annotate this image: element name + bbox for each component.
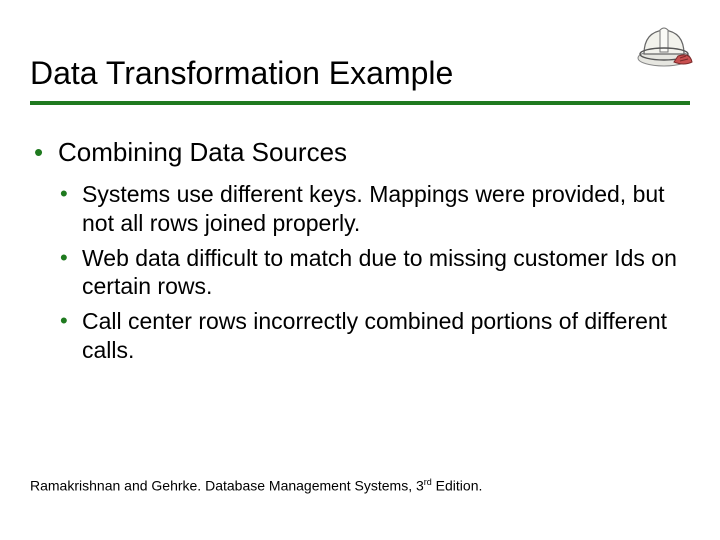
- list-item: Web data difficult to match due to missi…: [58, 244, 690, 302]
- footer-suffix: Edition.: [432, 478, 483, 494]
- list-item-label: Web data difficult to match due to missi…: [82, 245, 677, 300]
- list-item-label: Systems use different keys. Mappings wer…: [82, 181, 665, 236]
- hardhat-icon: [634, 18, 696, 75]
- sub-bullet-list: Systems use different keys. Mappings wer…: [58, 180, 690, 365]
- slide: Data Transformation Example Combining Da…: [0, 0, 720, 540]
- footer-sup: rd: [424, 477, 432, 487]
- slide-title: Data Transformation Example: [30, 56, 690, 91]
- list-item: Systems use different keys. Mappings wer…: [58, 180, 690, 238]
- list-item: Call center rows incorrectly combined po…: [58, 307, 690, 365]
- list-item: Combining Data Sources Systems use diffe…: [30, 137, 690, 365]
- footer-prefix: Ramakrishnan and Gehrke. Database Manage…: [30, 478, 424, 494]
- bullet-list: Combining Data Sources Systems use diffe…: [30, 137, 690, 365]
- title-underline: [30, 101, 690, 105]
- footer-citation: Ramakrishnan and Gehrke. Database Manage…: [30, 477, 482, 494]
- list-item-label: Call center rows incorrectly combined po…: [82, 308, 667, 363]
- list-item-label: Combining Data Sources: [58, 137, 347, 167]
